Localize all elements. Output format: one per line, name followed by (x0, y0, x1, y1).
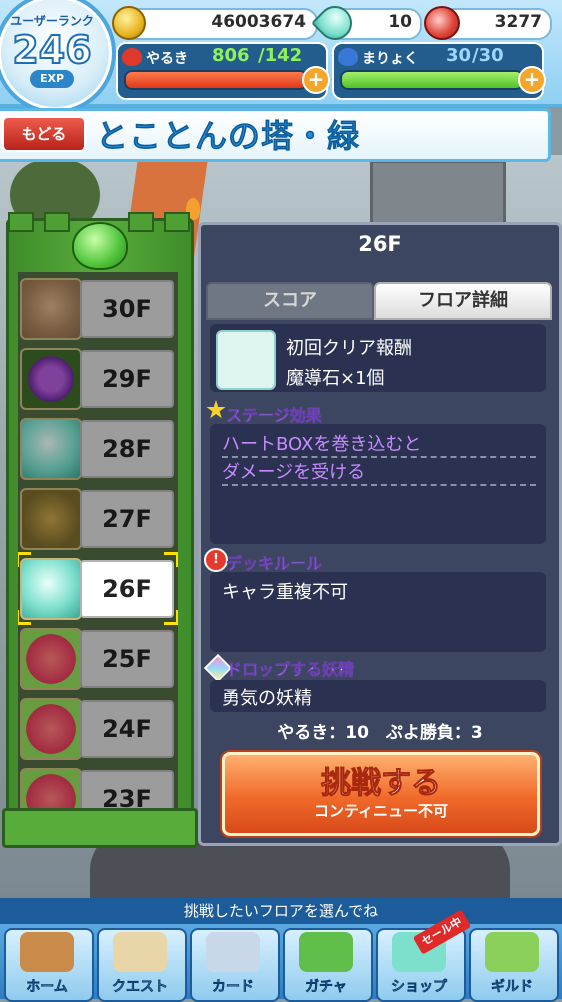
floor-label: 26F (80, 560, 174, 618)
green-puyo-icon (72, 222, 128, 270)
stamina-max: /142 (258, 45, 303, 66)
ogre-plush-icon (20, 278, 82, 340)
fairy-title: ドロップする妖精 (226, 660, 355, 680)
deck-rule-text: キャラ重複不可 (222, 582, 348, 603)
meat-value: 3277 (494, 12, 542, 32)
selection-corner (18, 610, 31, 625)
banana-icon (20, 488, 82, 550)
page-title: とことんの塔・緑 (96, 117, 361, 156)
reward-item: 魔導石×1個 (286, 368, 385, 389)
blue-puyo-icon (338, 48, 358, 66)
floor-item[interactable]: 26F (20, 556, 174, 620)
floor-label: 29F (80, 350, 174, 408)
tower-crenel (8, 212, 34, 232)
card-icon (206, 932, 260, 972)
floor-item[interactable]: 24F (20, 696, 174, 760)
crown-puyo-icon (20, 628, 82, 690)
mana-plus-button[interactable]: + (518, 66, 546, 94)
reward-title: 初回クリア報酬 (286, 338, 412, 359)
exp-label: EXP (30, 70, 74, 88)
gem-value: 10 (388, 12, 412, 32)
floor-item[interactable]: 25F (20, 626, 174, 690)
nav-label: ホーム (26, 979, 68, 996)
rank-label: ユーザーランク (10, 14, 94, 28)
meat-icon (424, 6, 460, 40)
magic-stone-icon (20, 418, 82, 480)
floor-label: 25F (80, 630, 174, 688)
floor-label: 23F (80, 770, 174, 808)
rank-value: 246 (11, 27, 92, 73)
floor-list[interactable]: 30F 29F 28F 27F 26F 25F 24F 23F (18, 272, 178, 808)
divider (222, 484, 536, 486)
floor-item[interactable]: 28F (20, 416, 174, 480)
warning-icon: ! (204, 548, 228, 572)
nav-label: カード (212, 979, 255, 996)
stage-effect-title: ステージ効果 (226, 406, 322, 426)
tower-base (2, 808, 198, 848)
map-icon (113, 932, 167, 972)
nav-label: クエスト (112, 979, 169, 996)
stamina-label: やるき (146, 51, 188, 67)
tower-crenel (128, 212, 154, 232)
selection-corner (164, 610, 178, 625)
crown-puyo-icon (20, 698, 82, 760)
floor-item[interactable]: 30F (20, 276, 174, 340)
floor-item[interactable]: 29F (20, 346, 174, 410)
floor-label: 24F (80, 700, 174, 758)
stamina-plus-button[interactable]: + (302, 66, 330, 94)
floor-item[interactable]: 23F (20, 766, 174, 808)
red-puyo-icon (122, 48, 142, 66)
coin-value: 46003674 (211, 12, 306, 32)
selection-corner (164, 552, 178, 567)
mana-bar (340, 70, 524, 90)
tab-floor-detail[interactable]: フロア詳細 (374, 282, 552, 320)
nav-label: ギルド (491, 979, 534, 996)
house-icon (20, 932, 74, 972)
nav-label: ガチャ (305, 979, 347, 996)
floor-label: 30F (80, 280, 174, 338)
back-button[interactable]: もどる (2, 116, 86, 152)
floor-label: 27F (80, 490, 174, 548)
mana-max: /30 (472, 45, 504, 66)
nav-label: ショップ (391, 979, 448, 996)
floor-item[interactable]: 27F (20, 486, 174, 550)
fairy-text: 勇気の妖精 (222, 688, 312, 709)
stamina-bar (124, 70, 308, 90)
stage-effect-line2: ダメージを受ける (222, 462, 366, 483)
selected-floor-title: 26F (358, 232, 402, 256)
challenge-sub-label: コンティニュー不可 (313, 802, 449, 820)
tab-score[interactable]: スコア (206, 282, 374, 320)
tower-crenel (164, 212, 190, 232)
deck-rule-title: デッキルール (226, 554, 323, 574)
stage-effect-line1: ハートBOXを巻き込むと (222, 434, 422, 455)
puyo-gacha-icon (299, 932, 353, 972)
tower-crenel (44, 212, 70, 232)
cost-text: やるき：10 ぷよ勝負：3 (277, 723, 483, 743)
mana-current: 30 (446, 45, 472, 66)
magic-stone-icon (216, 330, 276, 390)
guild-tower-icon (485, 932, 539, 972)
coin-icon (112, 6, 146, 40)
mana-label: まりょく (362, 51, 418, 67)
crown-puyo-icon (20, 768, 82, 808)
hint-bar: 挑戦したいフロアを選んでね (0, 898, 562, 924)
challenge-label: 挑戦する (321, 766, 442, 802)
floor-label: 28F (80, 420, 174, 478)
selection-corner (18, 552, 31, 567)
stamina-current: 806 (212, 45, 250, 66)
planet-icon (20, 348, 82, 410)
